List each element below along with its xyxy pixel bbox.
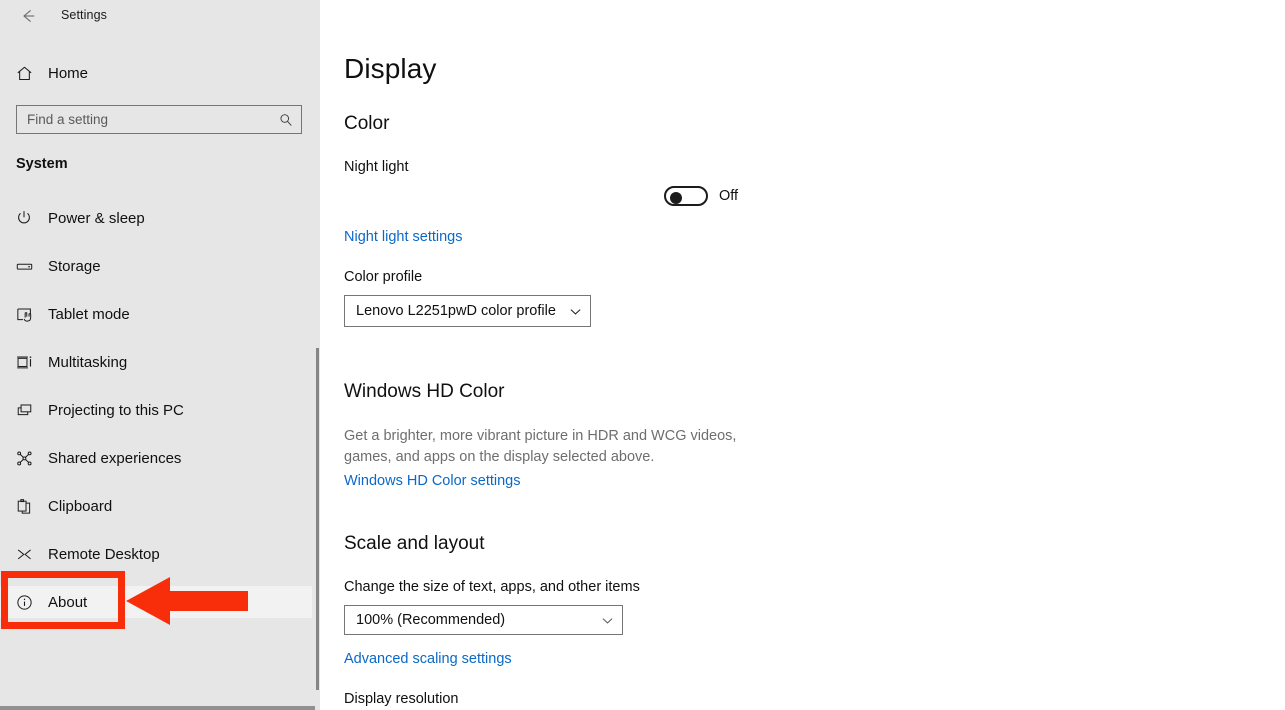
section-heading-color: Color	[344, 113, 390, 134]
sidebar-item-storage[interactable]: Storage	[0, 250, 312, 282]
sidebar-group-title: System	[16, 156, 68, 172]
night-light-state: Off	[719, 188, 739, 204]
main-content: Display Color Night light Off Night ligh…	[320, 0, 1285, 710]
search-input[interactable]	[17, 106, 271, 133]
tablet-mode-icon	[0, 305, 48, 324]
sidebar-item-about[interactable]: About	[0, 586, 312, 618]
sidebar-item-label: Storage	[48, 257, 101, 275]
info-circle-icon	[0, 593, 48, 612]
sidebar-item-label: Remote Desktop	[48, 545, 160, 563]
color-profile-label: Color profile	[344, 269, 423, 285]
sidebar-item-label: Shared experiences	[48, 449, 182, 467]
chevron-down-icon	[560, 305, 590, 318]
scale-dropdown[interactable]: 100% (Recommended)	[344, 605, 623, 635]
app-title: Settings	[61, 8, 107, 22]
toggle-knob	[670, 192, 682, 204]
scale-value: 100% (Recommended)	[356, 612, 506, 628]
hd-color-settings-link[interactable]: Windows HD Color settings	[344, 473, 520, 489]
night-light-settings-link[interactable]: Night light settings	[344, 229, 462, 245]
section-heading-hd-color: Windows HD Color	[344, 381, 505, 402]
window-bottom-edge	[0, 706, 315, 710]
settings-window: Settings Home System	[0, 0, 1285, 710]
sidebar-item-projecting[interactable]: Projecting to this PC	[0, 394, 312, 426]
night-light-label: Night light	[344, 159, 409, 175]
navigation-sidebar: Settings Home System	[0, 0, 320, 710]
sidebar-item-power-sleep[interactable]: Power & sleep	[0, 202, 312, 234]
title-bar: Settings	[0, 0, 320, 32]
color-profile-value: Lenovo L2251pwD color profile	[356, 303, 556, 319]
sidebar-item-clipboard[interactable]: Clipboard	[0, 490, 312, 522]
sidebar-item-label: Power & sleep	[48, 209, 145, 227]
hd-color-description: Get a brighter, more vibrant picture in …	[344, 428, 737, 465]
sidebar-item-shared-experiences[interactable]: Shared experiences	[0, 442, 312, 474]
chevron-down-icon	[592, 614, 622, 627]
storage-drive-icon	[0, 257, 48, 276]
sidebar-nav-list: Power & sleep Storage Tablet mode Multit…	[0, 202, 312, 634]
home-icon	[0, 64, 48, 83]
sidebar-item-label-home: Home	[48, 64, 89, 82]
search-icon[interactable]	[271, 112, 301, 128]
remote-desktop-icon	[0, 545, 48, 564]
sidebar-item-remote-desktop[interactable]: Remote Desktop	[0, 538, 312, 570]
back-arrow-icon	[18, 6, 38, 26]
sidebar-item-label: About	[48, 593, 88, 611]
clipboard-icon	[0, 497, 48, 516]
shared-experiences-icon	[0, 449, 48, 468]
section-heading-scale: Scale and layout	[344, 533, 485, 554]
color-profile-dropdown[interactable]: Lenovo L2251pwD color profile	[344, 295, 591, 327]
display-resolution-label: Display resolution	[344, 691, 459, 707]
page-title: Display	[344, 53, 437, 84]
scale-label: Change the size of text, apps, and other…	[344, 579, 640, 595]
search-box[interactable]	[16, 105, 302, 134]
night-light-toggle[interactable]	[664, 186, 708, 206]
multitasking-icon	[0, 353, 48, 372]
projecting-icon	[0, 401, 48, 420]
sidebar-item-multitasking[interactable]: Multitasking	[0, 346, 312, 378]
advanced-scaling-link[interactable]: Advanced scaling settings	[344, 651, 512, 667]
sidebar-item-label: Projecting to this PC	[48, 401, 184, 419]
sidebar-item-label: Multitasking	[48, 353, 128, 371]
back-button[interactable]	[8, 2, 48, 30]
sidebar-item-home[interactable]: Home	[0, 57, 312, 89]
sidebar-item-tablet-mode[interactable]: Tablet mode	[0, 298, 312, 330]
sidebar-scrollbar-thumb[interactable]	[316, 348, 319, 690]
sidebar-item-label: Clipboard	[48, 497, 113, 515]
sidebar-item-label: Tablet mode	[48, 305, 130, 323]
power-icon	[0, 209, 48, 227]
